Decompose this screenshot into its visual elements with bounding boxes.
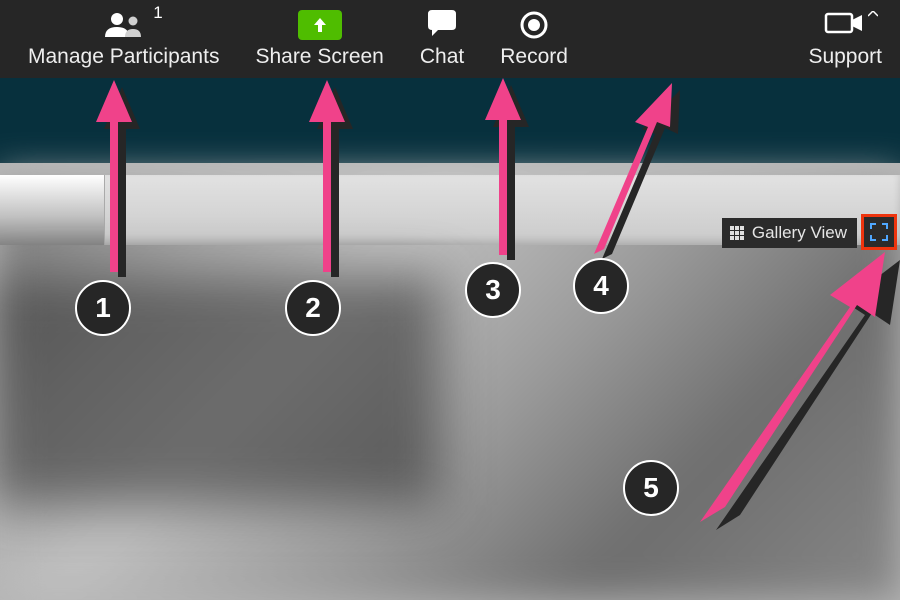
share-screen-label: Share Screen — [255, 45, 383, 69]
support-label: Support — [808, 45, 882, 69]
record-label: Record — [500, 45, 568, 69]
participant-thumbnail — [0, 175, 105, 245]
record-button[interactable]: Record — [482, 4, 586, 74]
participants-icon: 1 — [103, 9, 145, 41]
manage-participants-button[interactable]: 1 Manage Participants — [10, 4, 237, 74]
participant-count-badge: 1 — [153, 3, 162, 23]
chat-label: Chat — [420, 45, 464, 69]
chat-button[interactable]: Chat — [402, 4, 482, 74]
support-button[interactable]: Support — [790, 4, 890, 74]
meeting-toolbar: 1 Manage Participants Share Screen Chat — [0, 0, 900, 78]
share-screen-button[interactable]: Share Screen — [237, 4, 401, 74]
share-screen-icon — [298, 9, 342, 41]
fullscreen-icon — [870, 223, 888, 241]
manage-participants-label: Manage Participants — [28, 45, 219, 69]
fullscreen-button[interactable] — [861, 214, 897, 250]
gallery-view-button[interactable]: Gallery View — [722, 218, 857, 248]
grid-icon — [730, 226, 744, 240]
gallery-view-label: Gallery View — [752, 223, 847, 243]
record-icon — [519, 9, 549, 41]
chat-icon — [424, 9, 460, 41]
second-bar — [0, 78, 900, 163]
support-icon — [824, 9, 866, 41]
